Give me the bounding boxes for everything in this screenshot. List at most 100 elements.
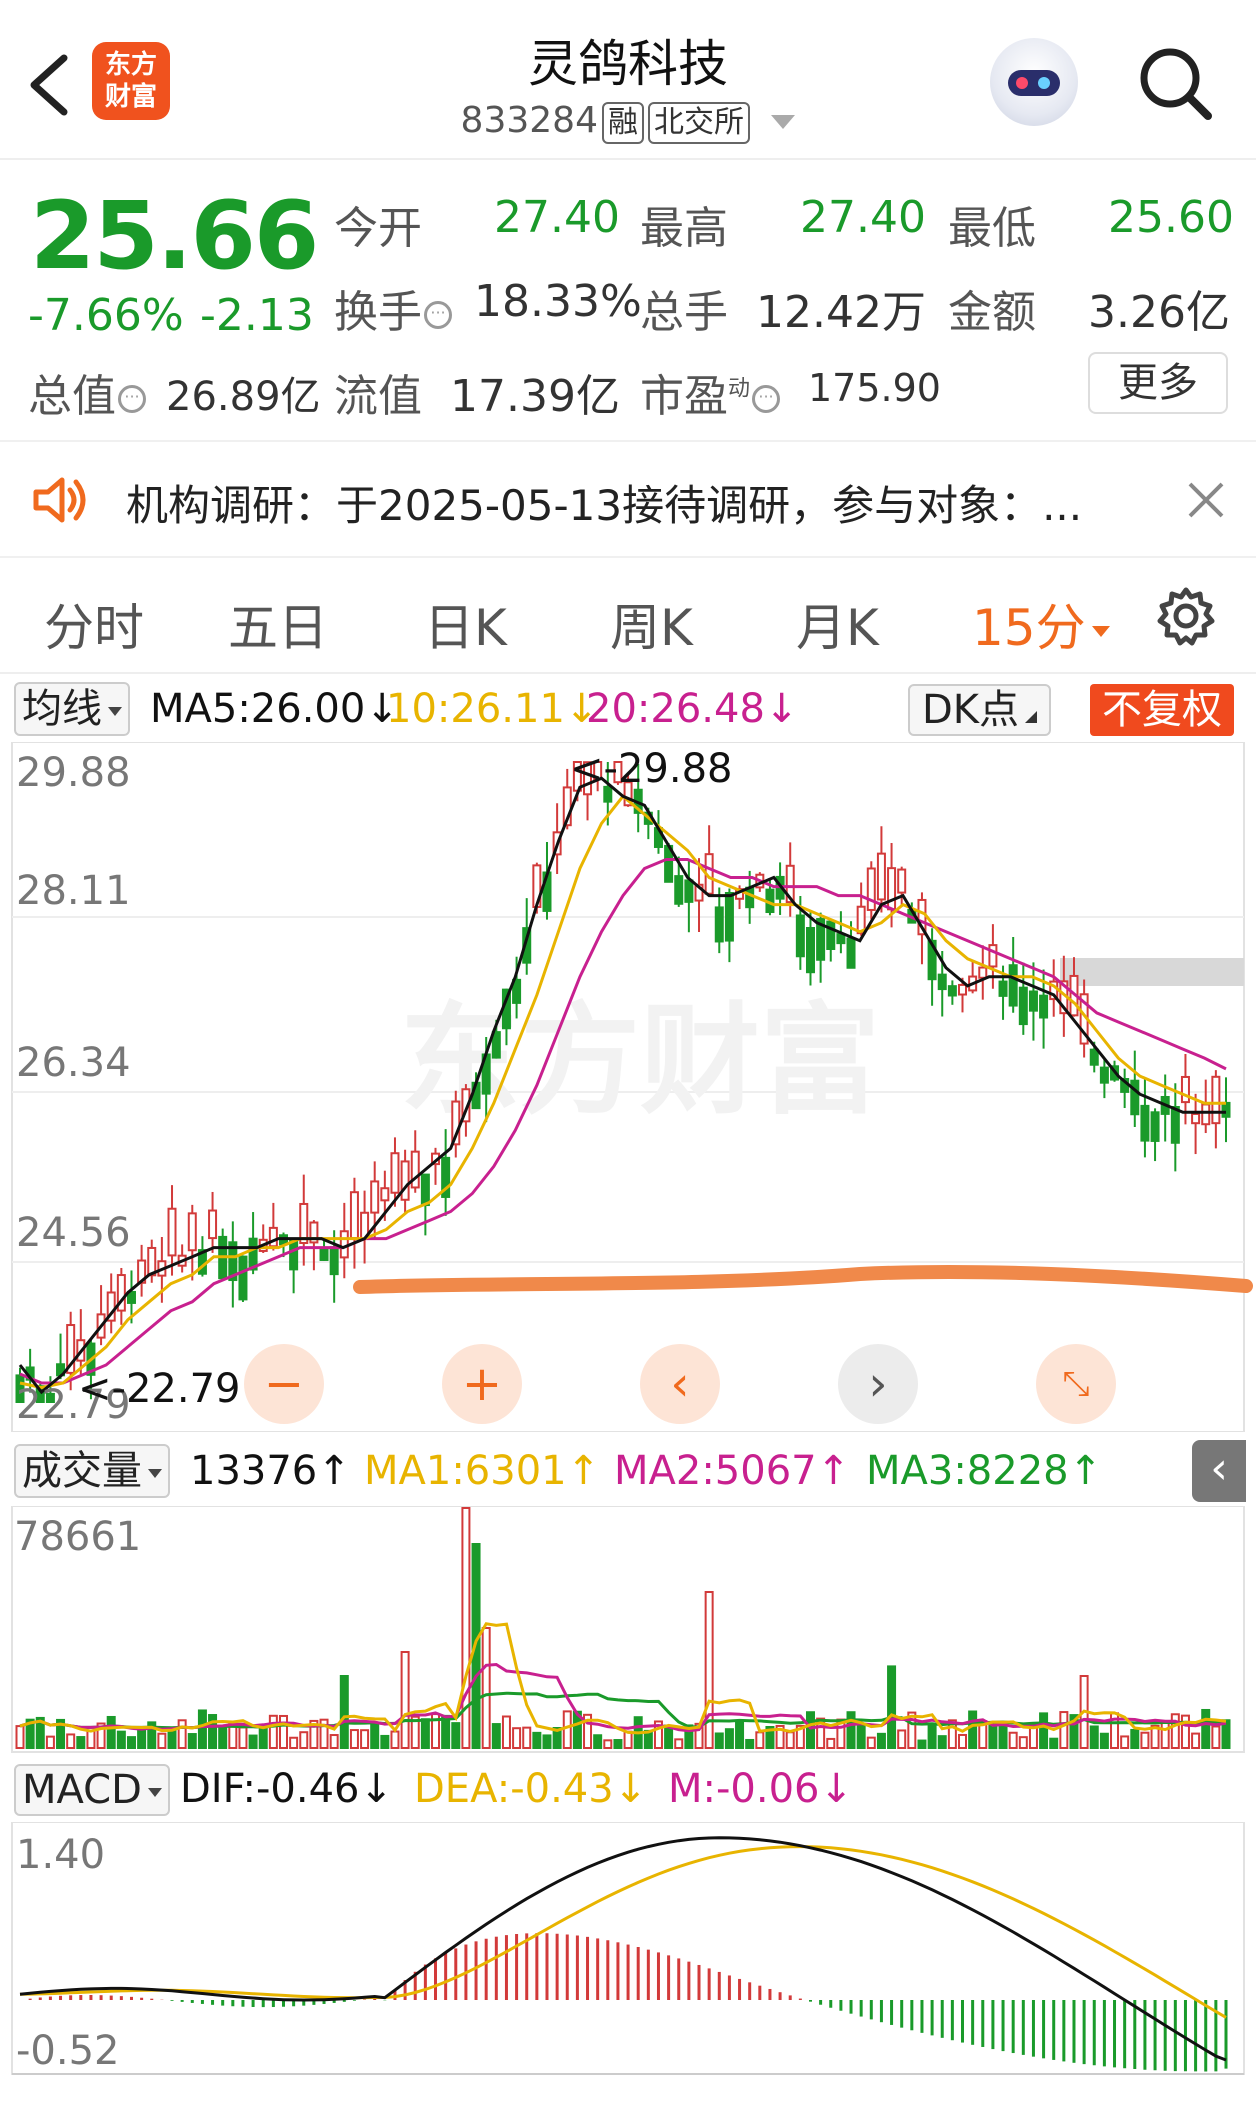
volume-bar	[856, 1723, 866, 1750]
more-button[interactable]: 更多	[1088, 352, 1228, 414]
tab-intraday[interactable]: 分时	[44, 588, 144, 660]
vol-ma2-text: MA2:5067	[614, 1448, 817, 1494]
zoom-in-button[interactable]: +	[442, 1344, 522, 1424]
volume-chart[interactable]: 78661	[0, 1506, 1256, 1756]
dk-point-button[interactable]: DK点	[908, 684, 1052, 736]
volume-bar	[360, 1729, 370, 1750]
candle	[349, 1191, 359, 1240]
candle	[947, 985, 957, 997]
collapse-panel-button[interactable]: ‹	[1192, 1440, 1246, 1502]
volume-bar	[167, 1728, 177, 1749]
macd-legend: MACD DIF:-0.46↓ DEA:-0.43↓ M:-0.06↓	[0, 1756, 1256, 1822]
volume-bar	[917, 1739, 927, 1749]
pe-label[interactable]: 市盈动 ···	[640, 360, 781, 424]
volume-bar	[1201, 1708, 1211, 1750]
volume-selector[interactable]: 成交量	[14, 1444, 170, 1498]
volume-bar	[451, 1722, 461, 1750]
y-label-1: 29.88	[16, 750, 131, 796]
low-marker: <-22.79	[78, 1366, 240, 1412]
tab-weekly-k[interactable]: 周K	[610, 588, 693, 660]
candle	[1099, 1066, 1109, 1084]
candle	[937, 973, 947, 991]
candle	[238, 1255, 248, 1301]
high-label: 最高	[640, 203, 728, 254]
volume-label: 总手	[640, 287, 728, 338]
candle	[805, 927, 815, 974]
volume-bar	[704, 1591, 714, 1749]
zoom-out-button[interactable]: −	[244, 1344, 324, 1424]
candle	[684, 879, 694, 903]
dk-label: DK点	[922, 687, 1020, 733]
volume-bar	[968, 1710, 978, 1749]
candlestick-chart[interactable]: 东方财富 29.88 28.11 26.34 24.56 22.79 <-29.…	[0, 742, 1256, 1432]
vol-ma1: MA1:6301↑	[364, 1448, 600, 1494]
volume-bar	[289, 1736, 299, 1749]
candle	[1130, 1079, 1140, 1116]
tab-15min[interactable]: 15分	[972, 588, 1110, 660]
fullscreen-button[interactable]: ⤡	[1036, 1344, 1116, 1424]
volume-bar	[1130, 1728, 1140, 1749]
ma5-text: MA5:26.00	[150, 686, 366, 732]
stock-code: 833284	[460, 100, 598, 141]
dropdown-icon	[148, 1468, 162, 1478]
search-button[interactable]	[1136, 44, 1216, 124]
tab-daily-k[interactable]: 日K	[424, 588, 507, 660]
volume-bar	[380, 1734, 390, 1750]
tab-five-day[interactable]: 五日	[228, 588, 328, 660]
info-icon: ···	[752, 385, 781, 413]
volume-bar	[390, 1730, 400, 1750]
volume-bar	[339, 1675, 349, 1749]
macd-dif: DIF:-0.46↓	[180, 1766, 393, 1812]
up-arrow-icon: ↑	[566, 1448, 601, 1494]
candle	[268, 1226, 278, 1248]
y-label-2: 28.11	[16, 868, 131, 914]
ma10-value: 10:26.11↓	[386, 686, 598, 732]
volume-bar	[735, 1720, 745, 1749]
dropdown-icon	[1091, 626, 1110, 637]
volume-bar	[238, 1726, 248, 1750]
candle	[339, 1230, 349, 1259]
volume-bar	[1099, 1732, 1109, 1749]
volume-bar	[1089, 1725, 1099, 1750]
scroll-right-button[interactable]: ›	[838, 1344, 918, 1424]
notice-bar[interactable]: 机构调研：于2025-05-13接待调研，参与对象：...	[0, 440, 1256, 558]
volume-bar	[187, 1733, 197, 1750]
volume-value: 12.42万	[756, 287, 926, 338]
turnover-label[interactable]: 换手 ···	[334, 276, 452, 340]
candle	[876, 852, 886, 901]
gear-icon[interactable]	[1156, 586, 1216, 646]
macd-selector[interactable]: MACD	[14, 1764, 170, 1816]
candle	[1201, 1103, 1211, 1126]
scroll-left-button[interactable]: ‹	[640, 1344, 720, 1424]
volume-text: 13376	[190, 1448, 318, 1494]
volume-bar	[481, 1627, 491, 1749]
mktcap-label[interactable]: 总值 ···	[28, 360, 146, 424]
robot-assistant-icon[interactable]	[990, 38, 1078, 126]
volume-bar	[1008, 1731, 1018, 1749]
volume-bar	[45, 1735, 55, 1750]
volume-bar	[208, 1714, 218, 1749]
down-arrow-icon: ↓	[819, 1766, 853, 1812]
top-bar: 东方 财富 灵鸽科技 833284 融北交所	[0, 0, 1256, 160]
volume-bar	[137, 1727, 147, 1749]
pe-value: 175.90	[808, 366, 941, 410]
candle	[329, 1246, 339, 1276]
tab-monthly-k[interactable]: 月K	[796, 588, 879, 660]
macd-chart[interactable]: 1.40 -0.52	[0, 1822, 1256, 2106]
adjust-button[interactable]: 不复权	[1090, 684, 1234, 736]
float-value: 17.39亿	[450, 371, 620, 422]
hand-drawn-support-line	[353, 1264, 1253, 1294]
volume-bar	[593, 1734, 603, 1750]
macd-dea: DEA:-0.43↓	[414, 1766, 647, 1812]
volume-bar	[714, 1732, 724, 1749]
close-icon[interactable]	[1186, 480, 1226, 520]
high-marker: <-29.88	[570, 746, 732, 792]
volume-bar	[370, 1722, 380, 1750]
candle	[1089, 1048, 1099, 1066]
candle	[400, 1160, 410, 1201]
down-arrow-icon: ↓	[359, 1766, 393, 1812]
turnover-label-text: 换手	[334, 287, 422, 338]
ma-selector[interactable]: 均线	[14, 682, 130, 736]
volume-bar	[603, 1739, 613, 1750]
ma20-value: 20:26.48↓	[586, 686, 798, 732]
